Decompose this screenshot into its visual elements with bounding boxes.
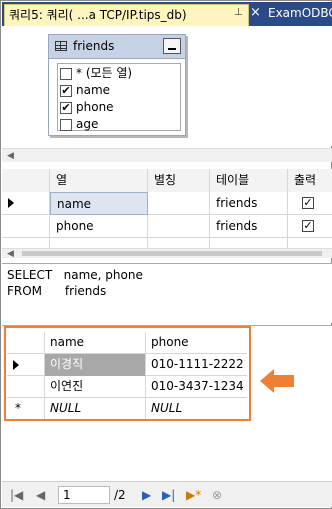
table-row-new[interactable]: * NULL NULL — [7, 398, 247, 420]
first-record-icon[interactable]: |◀ — [10, 488, 23, 502]
output-checkbox[interactable]: ✓ — [302, 197, 314, 209]
new-row-marker[interactable]: * — [7, 398, 45, 420]
scroll-left-icon[interactable]: ◀ — [7, 249, 14, 259]
output-checkbox[interactable]: ✓ — [302, 220, 314, 232]
row-header-corner — [7, 332, 45, 354]
diagram-hscrollbar[interactable]: ◀ — [2, 148, 332, 162]
criteria-header-row: 열 별칭 테이블 출력 — [2, 169, 332, 192]
column-item-age[interactable]: age — [58, 116, 180, 133]
column-label: phone — [76, 100, 114, 114]
criteria-alias-cell[interactable] — [148, 215, 210, 238]
query-designer-window: 쿼리5: 쿼리( ...a TCP/IP.tips_db) ⊥ × ExamOD… — [0, 0, 332, 509]
criteria-grid: 열 별칭 테이블 출력 name friends ✓ phone friends… — [2, 169, 332, 249]
results-grid: name phone 이경직 010-1111-2222 이연진 010-343… — [7, 332, 247, 420]
sql-pane[interactable]: SELECT name, phone FROM friends — [2, 263, 332, 323]
current-page-input[interactable]: 1 — [58, 486, 110, 504]
record-navigation-bar: |◀ ◀ 1 /2 ▶ ▶| ▶* ⊗ — [2, 481, 332, 507]
criteria-row[interactable]: name friends ✓ — [2, 192, 332, 215]
tab-query5[interactable]: 쿼리5: 쿼리( ...a TCP/IP.tips_db) — [4, 4, 249, 26]
criteria-table-cell[interactable]: friends — [210, 215, 288, 238]
criteria-hscrollbar[interactable]: ◀ — [2, 248, 332, 259]
table-grid-icon — [55, 41, 67, 51]
header-table: 테이블 — [210, 169, 288, 192]
cell-phone[interactable]: 010-1111-2222 — [146, 354, 247, 376]
sql-line-select: SELECT name, phone — [7, 268, 143, 282]
total-pages-label: /2 — [114, 488, 126, 502]
previous-record-icon[interactable]: ◀ — [36, 488, 45, 502]
criteria-output-cell[interactable]: ✓ — [288, 215, 332, 238]
cell-phone[interactable]: NULL — [146, 398, 247, 420]
column-label: name — [76, 83, 111, 97]
stop-icon[interactable]: ⊗ — [212, 488, 222, 502]
current-row-pointer-icon — [13, 360, 19, 370]
results-header-name[interactable]: name — [45, 332, 146, 354]
minimize-button[interactable] — [163, 38, 181, 54]
close-icon[interactable]: × — [250, 5, 261, 20]
cell-name[interactable]: 이경직 — [45, 354, 146, 376]
header-alias: 별칭 — [148, 169, 210, 192]
pin-icon[interactable]: ⊥ — [234, 7, 243, 18]
cell-name[interactable]: 이연진 — [45, 376, 146, 398]
header-column: 열 — [50, 169, 148, 192]
scroll-thumb[interactable] — [22, 251, 322, 256]
new-record-icon[interactable]: ▶* — [186, 488, 201, 502]
criteria-alias-cell[interactable] — [148, 192, 210, 215]
last-record-icon[interactable]: ▶| — [162, 488, 175, 502]
row-selector[interactable] — [2, 192, 50, 215]
checkbox[interactable] — [60, 68, 72, 80]
tab-bar: 쿼리5: 쿼리( ...a TCP/IP.tips_db) ⊥ × ExamOD… — [2, 2, 332, 26]
criteria-output-cell[interactable]: ✓ — [288, 192, 332, 215]
next-record-icon[interactable]: ▶ — [142, 488, 151, 502]
criteria-column-cell[interactable]: phone — [50, 215, 148, 238]
diagram-pane: friends * (모든 열) ✔ name ✔ phone age — [2, 26, 332, 146]
row-selector[interactable] — [7, 354, 45, 376]
column-list: * (모든 열) ✔ name ✔ phone age — [57, 63, 181, 131]
table-row[interactable]: 이경직 010-1111-2222 — [7, 354, 247, 376]
column-item-name[interactable]: ✔ name — [58, 82, 180, 99]
cell-name[interactable]: NULL — [45, 398, 146, 420]
column-label: age — [76, 117, 99, 131]
sql-line-from: FROM friends — [7, 284, 107, 298]
tab-examodbc[interactable]: ExamODBC — [268, 6, 332, 20]
criteria-table-cell[interactable]: friends — [210, 192, 288, 215]
results-pane: name phone 이경직 010-1111-2222 이연진 010-343… — [2, 325, 332, 481]
row-selector[interactable] — [7, 376, 45, 398]
checkbox[interactable]: ✔ — [60, 85, 72, 97]
current-row-pointer-icon — [8, 198, 14, 208]
table-name: friends — [73, 39, 115, 53]
criteria-column-cell[interactable]: name — [50, 192, 148, 215]
left-arrow-annotation-icon — [260, 369, 294, 393]
checkbox[interactable] — [60, 119, 72, 131]
row-selector[interactable] — [2, 215, 50, 238]
column-item-all[interactable]: * (모든 열) — [58, 65, 180, 82]
table-box-friends[interactable]: friends * (모든 열) ✔ name ✔ phone age — [48, 34, 186, 136]
results-header-row: name phone — [7, 332, 247, 354]
row-header-corner — [2, 169, 50, 192]
criteria-row[interactable]: phone friends ✓ — [2, 215, 332, 238]
table-box-header[interactable]: friends — [49, 35, 185, 59]
column-label: * (모든 열) — [76, 66, 133, 80]
cell-phone[interactable]: 010-3437-1234 — [146, 376, 247, 398]
results-header-phone[interactable]: phone — [146, 332, 247, 354]
checkbox[interactable]: ✔ — [60, 102, 72, 114]
table-row[interactable]: 이연진 010-3437-1234 — [7, 376, 247, 398]
scroll-left-icon[interactable]: ◀ — [7, 151, 14, 161]
column-item-phone[interactable]: ✔ phone — [58, 99, 180, 116]
header-output: 출력 — [288, 169, 332, 192]
tab-query5-label: 쿼리5: 쿼리( ...a TCP/IP.tips_db) — [9, 8, 187, 22]
